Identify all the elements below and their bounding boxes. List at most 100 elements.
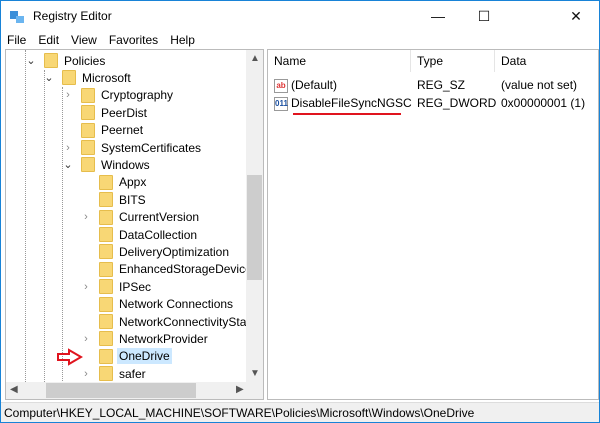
tree-item-windows[interactable]: ⌄ Windows <box>6 156 246 173</box>
tree-item-label: Appx <box>119 175 147 190</box>
tree-item-label: SystemCertificates <box>101 140 202 155</box>
folder-icon <box>81 122 95 138</box>
red-arrow-annotation-icon <box>57 348 83 366</box>
tree-item-label: IPSec <box>119 279 152 294</box>
tree-item-networkconnectivitystat[interactable]: NetworkConnectivityStat <box>6 313 250 330</box>
tree-item-label: BITS <box>119 192 146 207</box>
folder-icon <box>99 192 113 208</box>
tree-item-cryptography[interactable]: › Cryptography <box>6 87 246 104</box>
value-data: (value not set) <box>501 78 578 92</box>
folder-icon <box>99 227 113 242</box>
column-header-type[interactable]: Type <box>411 50 495 72</box>
red-underline-annotation <box>293 113 401 115</box>
tree-item-label: Windows <box>101 157 150 172</box>
scroll-left-icon[interactable]: ◀ <box>10 384 18 395</box>
menu-favorites[interactable]: Favorites <box>103 31 164 49</box>
tree-item-label: Microsoft <box>82 70 131 85</box>
folder-icon <box>99 279 113 295</box>
menu-bar: File Edit View Favorites Help <box>1 31 201 49</box>
value-type: REG_SZ <box>417 78 466 92</box>
chevron-right-icon[interactable]: › <box>63 142 73 154</box>
column-header-data[interactable]: Data <box>495 50 599 72</box>
chevron-right-icon[interactable]: › <box>81 211 91 223</box>
vertical-scrollbar[interactable]: ▲ ▼ <box>246 50 263 382</box>
menu-view[interactable]: View <box>65 31 103 49</box>
tree-item-label: Network Connections <box>119 297 234 312</box>
column-header-name[interactable]: Name <box>268 50 411 72</box>
folder-icon <box>81 140 95 155</box>
value-name: (Default) <box>291 78 338 92</box>
tree-item-label: OneDrive <box>117 348 172 365</box>
close-button[interactable]: ✕ <box>507 1 599 31</box>
chevron-right-icon[interactable]: › <box>81 333 91 345</box>
tree-item-label: Peernet <box>101 123 144 138</box>
horizontal-scrollbar[interactable]: ◀ ▶ <box>6 382 263 399</box>
tree-item-peerdist[interactable]: PeerDist <box>6 104 246 121</box>
scroll-up-icon[interactable]: ▲ <box>250 53 260 64</box>
tree-item-deliveryoptimization[interactable]: DeliveryOptimization <box>6 243 246 260</box>
chevron-down-icon[interactable]: ⌄ <box>63 158 73 171</box>
chevron-right-icon[interactable]: › <box>63 89 73 101</box>
folder-icon <box>81 157 95 173</box>
tree-item-label: Cryptography <box>101 88 174 103</box>
tree-item-onedrive[interactable]: OneDrive <box>6 347 246 365</box>
tree-item-networkprovider[interactable]: › NetworkProvider <box>6 330 246 347</box>
folder-icon <box>99 366 113 382</box>
value-name: DisableFileSyncNGSC <box>291 96 412 110</box>
folder-icon <box>81 105 95 121</box>
menu-edit[interactable]: Edit <box>32 31 65 49</box>
minimize-button[interactable]: — <box>415 1 461 31</box>
tree-item-label: NetworkConnectivityStat <box>119 314 250 329</box>
folder-icon <box>99 296 113 312</box>
tree-item-label: PeerDist <box>101 105 148 120</box>
vertical-scroll-thumb[interactable] <box>247 175 262 280</box>
chevron-down-icon[interactable]: ⌄ <box>44 71 54 84</box>
folder-icon <box>62 70 76 86</box>
folder-icon <box>99 244 113 260</box>
tree-item-policies[interactable]: ⌄ Policies <box>6 52 246 69</box>
horizontal-scroll-thumb[interactable] <box>46 383 196 398</box>
window-title: Registry Editor <box>33 9 112 23</box>
title-bar: Registry Editor — ☐ ✕ <box>1 1 599 31</box>
values-pane: Name Type Data ab (Default) REG_SZ (value… <box>267 49 599 400</box>
scroll-right-icon[interactable]: ▶ <box>236 384 244 395</box>
maximize-button[interactable]: ☐ <box>461 1 507 31</box>
tree-item-bits[interactable]: BITS <box>6 191 246 208</box>
tree-item-currentversion[interactable]: › CurrentVersion <box>6 209 246 226</box>
menu-file[interactable]: File <box>1 31 32 49</box>
folder-icon <box>99 331 113 347</box>
tree-item-systemcertificates[interactable]: › SystemCertificates <box>6 139 246 156</box>
close-icon: ✕ <box>570 7 582 24</box>
chevron-down-icon[interactable]: ⌄ <box>26 54 36 67</box>
tree-item-label: safer <box>119 366 146 381</box>
value-data: 0x00000001 (1) <box>501 96 586 110</box>
tree-item-datacollection[interactable]: DataCollection <box>6 226 246 243</box>
status-bar-path: Computer\HKEY_LOCAL_MACHINE\SOFTWARE\Pol… <box>1 402 599 422</box>
folder-icon <box>99 174 113 190</box>
string-value-icon: ab <box>274 78 288 93</box>
chevron-right-icon[interactable]: › <box>81 281 91 293</box>
chevron-right-icon[interactable]: › <box>81 368 91 380</box>
menu-help[interactable]: Help <box>164 31 201 49</box>
scroll-down-icon[interactable]: ▼ <box>250 368 260 379</box>
folder-icon <box>81 87 95 103</box>
tree-item-label: Policies <box>64 53 106 68</box>
value-type: REG_DWORD <box>417 96 497 110</box>
tree-item-network-connections[interactable]: Network Connections <box>6 296 246 313</box>
tree-item-label: DeliveryOptimization <box>119 244 230 259</box>
folder-icon <box>99 209 113 225</box>
folder-icon <box>99 314 113 329</box>
tree-item-appx[interactable]: Appx <box>6 174 246 191</box>
registry-editor-window: Registry Editor — ☐ ✕ File Edit View Fav… <box>0 0 600 423</box>
tree-item-enhancedstoragedevices[interactable]: EnhancedStorageDevices <box>6 261 258 278</box>
tree-item-label: CurrentVersion <box>119 210 200 225</box>
key-tree-pane: ⌄ Policies ⌄ Microsoft › Cryptography PeerDist… <box>5 49 264 400</box>
tree-item-peernet[interactable]: Peernet <box>6 122 246 139</box>
folder-icon <box>44 53 58 68</box>
tree-item-microsoft[interactable]: ⌄ Microsoft <box>6 69 246 86</box>
tree-item-label: EnhancedStorageDevices <box>119 262 258 277</box>
folder-icon <box>99 261 113 277</box>
tree-item-safer[interactable]: › safer <box>6 365 246 382</box>
tree-item-label: DataCollection <box>119 227 198 242</box>
tree-item-ipsec[interactable]: › IPSec <box>6 278 246 295</box>
